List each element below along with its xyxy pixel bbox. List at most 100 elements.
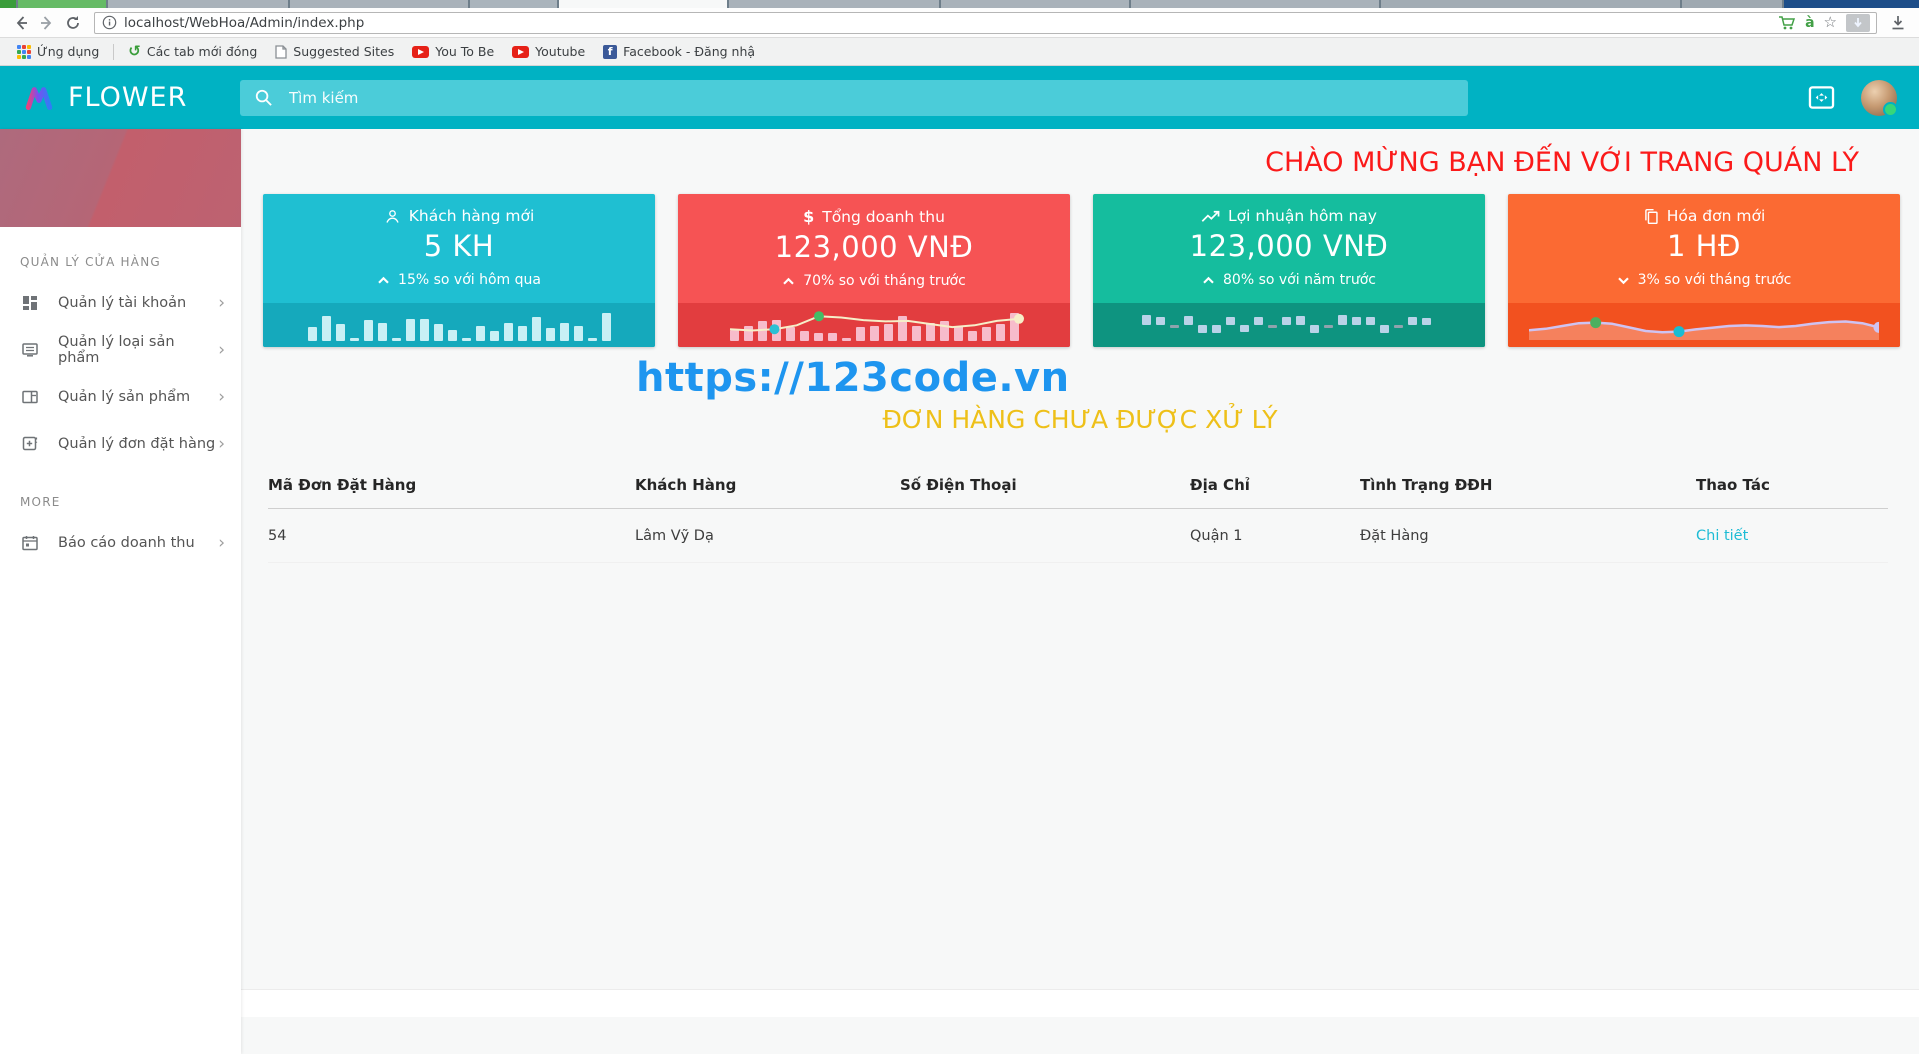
bookmarks-bar: Ứng dụng ↺ Các tab mới đóng Suggested Sites… xyxy=(0,38,1919,66)
table-cell: 54 xyxy=(268,508,635,563)
panel-icon xyxy=(20,387,40,407)
sparkline-chart xyxy=(729,309,1024,341)
bookmark-apps[interactable]: Ứng dụng xyxy=(10,41,106,63)
history-icon: ↺ xyxy=(128,42,141,60)
browser-tab[interactable] xyxy=(0,0,16,8)
page-icon xyxy=(275,44,287,59)
page-footer-strip xyxy=(241,989,1919,1017)
sidebar: QUẢN LÝ CỬA HÀNG Quản lý tài khoản › Quản … xyxy=(0,129,241,1054)
bookmark-suggested-sites[interactable]: Suggested Sites xyxy=(268,41,401,63)
stat-card-value: 1 HĐ xyxy=(1667,229,1741,263)
sidebar-item-label: Quản lý tài khoản xyxy=(58,294,187,311)
bookmark-label: Các tab mới đóng xyxy=(146,44,258,59)
info-icon[interactable] xyxy=(101,15,117,31)
sidebar-item-orders[interactable]: Quản lý đơn đặt hàng › xyxy=(0,420,241,467)
stat-card-title: Khách hàng mới xyxy=(384,207,535,225)
browser-tab[interactable] xyxy=(17,0,106,8)
flower-logo-icon xyxy=(25,86,53,110)
stat-card-value: 123,000 VNĐ xyxy=(774,230,974,264)
stat-card-body: Hóa đơn mới 1 HĐ 3% so với tháng trước xyxy=(1508,194,1900,303)
sidebar-item-label: Quản lý sản phẩm xyxy=(58,388,191,405)
user-avatar[interactable] xyxy=(1861,79,1898,117)
youtube-icon xyxy=(512,45,530,58)
bookmark-youtube[interactable]: Youtube xyxy=(505,41,592,63)
arrow-down-icon xyxy=(1617,276,1630,285)
add-box-icon xyxy=(20,434,40,454)
bookmark-label: You To Be xyxy=(435,44,495,59)
browser-tab[interactable] xyxy=(1682,0,1783,8)
table-header-cell: Mã Đơn Đặt Hàng xyxy=(268,468,635,509)
stat-card-delta-text: 3% so với tháng trước xyxy=(1637,272,1792,288)
table-cell: Lâm Vỹ Dạ xyxy=(635,508,900,563)
stat-card-delta: 15% so với hôm qua xyxy=(377,272,541,288)
bookmark-facebook[interactable]: f Facebook - Đăng nhậ xyxy=(596,41,762,63)
browser-tab[interactable] xyxy=(107,0,288,8)
address-bar[interactable]: localhost/WebHoa/Admin/index.php à ☆ xyxy=(94,11,1877,34)
bookmark-you-to-be[interactable]: You To Be xyxy=(405,41,501,63)
bookmark-recent-tabs[interactable]: ↺ Các tab mới đóng xyxy=(121,41,264,63)
sidebar-item-label: Báo cáo doanh thu xyxy=(58,534,195,551)
search-bar[interactable] xyxy=(240,79,1468,116)
browser-tab[interactable] xyxy=(469,0,558,8)
browser-tab[interactable] xyxy=(1380,0,1681,8)
sparkline-line xyxy=(729,311,1024,335)
browser-tab[interactable] xyxy=(559,0,728,8)
dollar-icon: $ xyxy=(803,207,815,226)
calendar-icon xyxy=(20,533,40,553)
stat-card-delta-text: 70% so với tháng trước xyxy=(803,273,966,289)
pending-orders-table: Mã Đơn Đặt Hàng Khách Hàng Số Điện Thoại Đị… xyxy=(268,468,1888,563)
logo-text: FLOWER xyxy=(68,82,188,113)
stat-card-new-invoices: Hóa đơn mới 1 HĐ 3% so với tháng trước xyxy=(1508,194,1900,347)
browser-tab[interactable] xyxy=(289,0,468,8)
order-detail-link[interactable]: Chi tiết xyxy=(1696,528,1748,544)
sidebar-item-label: Quản lý loại sản phẩm xyxy=(58,333,175,366)
back-icon[interactable] xyxy=(8,11,34,35)
bookmark-star-icon[interactable]: ☆ xyxy=(1824,15,1837,30)
sidebar-item-revenue-report[interactable]: Báo cáo doanh thu › xyxy=(0,519,241,566)
stat-card-title: $ Tổng doanh thu xyxy=(803,207,945,226)
url-text[interactable]: localhost/WebHoa/Admin/index.php xyxy=(124,15,1778,31)
browser-tab[interactable] xyxy=(729,0,940,8)
main-content: CHÀO MỪNG BẠN ĐẾN VỚI TRANG QUÁN LÝ Khác… xyxy=(241,129,1919,1054)
table-header-cell: Khách Hàng xyxy=(635,468,900,509)
sidebar-more-label: MORE xyxy=(20,495,61,509)
table-cell xyxy=(900,508,1190,563)
chevron-right-icon: › xyxy=(218,433,225,454)
stat-card-body: Khách hàng mới 5 KH 15% so với hôm qua xyxy=(263,194,655,303)
reload-icon[interactable] xyxy=(60,11,86,35)
chevron-right-icon: › xyxy=(218,532,225,553)
search-input[interactable] xyxy=(287,87,1454,108)
sidebar-item-products[interactable]: Quản lý sản phẩm › xyxy=(0,373,241,420)
cart-icon[interactable] xyxy=(1778,15,1796,31)
stat-card-new-customers: Khách hàng mới 5 KH 15% so với hôm qua xyxy=(263,194,655,347)
area-chart xyxy=(1529,317,1879,340)
browser-tab[interactable] xyxy=(941,0,1129,8)
table-header-cell: Tình Trạng ĐĐH xyxy=(1360,468,1696,509)
forward-icon[interactable] xyxy=(34,11,60,35)
fullscreen-icon[interactable] xyxy=(1808,85,1835,110)
extension-a-icon[interactable]: à xyxy=(1805,15,1814,31)
stat-card-body: Lợi nhuận hôm nay 123,000 VNĐ 80% so với n… xyxy=(1093,194,1485,303)
stat-card-chart xyxy=(1508,303,1900,347)
browser-tab-strip[interactable] xyxy=(0,0,1919,8)
sidebar-item-label: Quản lý đơn đặt hàng xyxy=(58,435,216,452)
browser-tab[interactable] xyxy=(1130,0,1379,8)
table-cell: Đặt Hàng xyxy=(1360,508,1696,563)
browser-toolbar: localhost/WebHoa/Admin/index.php à ☆ xyxy=(0,8,1919,38)
stat-card-delta: 3% so với tháng trước xyxy=(1617,272,1792,288)
arrow-up-icon xyxy=(782,277,795,286)
stat-card-delta: 70% so với tháng trước xyxy=(782,273,966,289)
stat-card-chart xyxy=(1093,303,1485,347)
sidebar-item-accounts[interactable]: Quản lý tài khoản › xyxy=(0,279,241,326)
stat-card-delta-text: 80% so với năm trước xyxy=(1223,272,1376,288)
bookmark-label: Youtube xyxy=(535,44,586,59)
stat-card-title: Hóa đơn mới xyxy=(1643,207,1765,225)
stat-card-value: 123,000 VNĐ xyxy=(1189,229,1389,263)
stat-card-title-text: Khách hàng mới xyxy=(408,207,535,225)
download-dropdown-button[interactable] xyxy=(1846,13,1870,32)
sidebar-item-categories[interactable]: Quản lý loại sản phẩm › xyxy=(0,326,241,373)
app-logo[interactable]: FLOWER xyxy=(22,82,240,113)
trending-up-icon xyxy=(1201,209,1220,224)
browser-tab[interactable] xyxy=(1784,0,1919,8)
downloads-icon[interactable] xyxy=(1885,11,1911,35)
